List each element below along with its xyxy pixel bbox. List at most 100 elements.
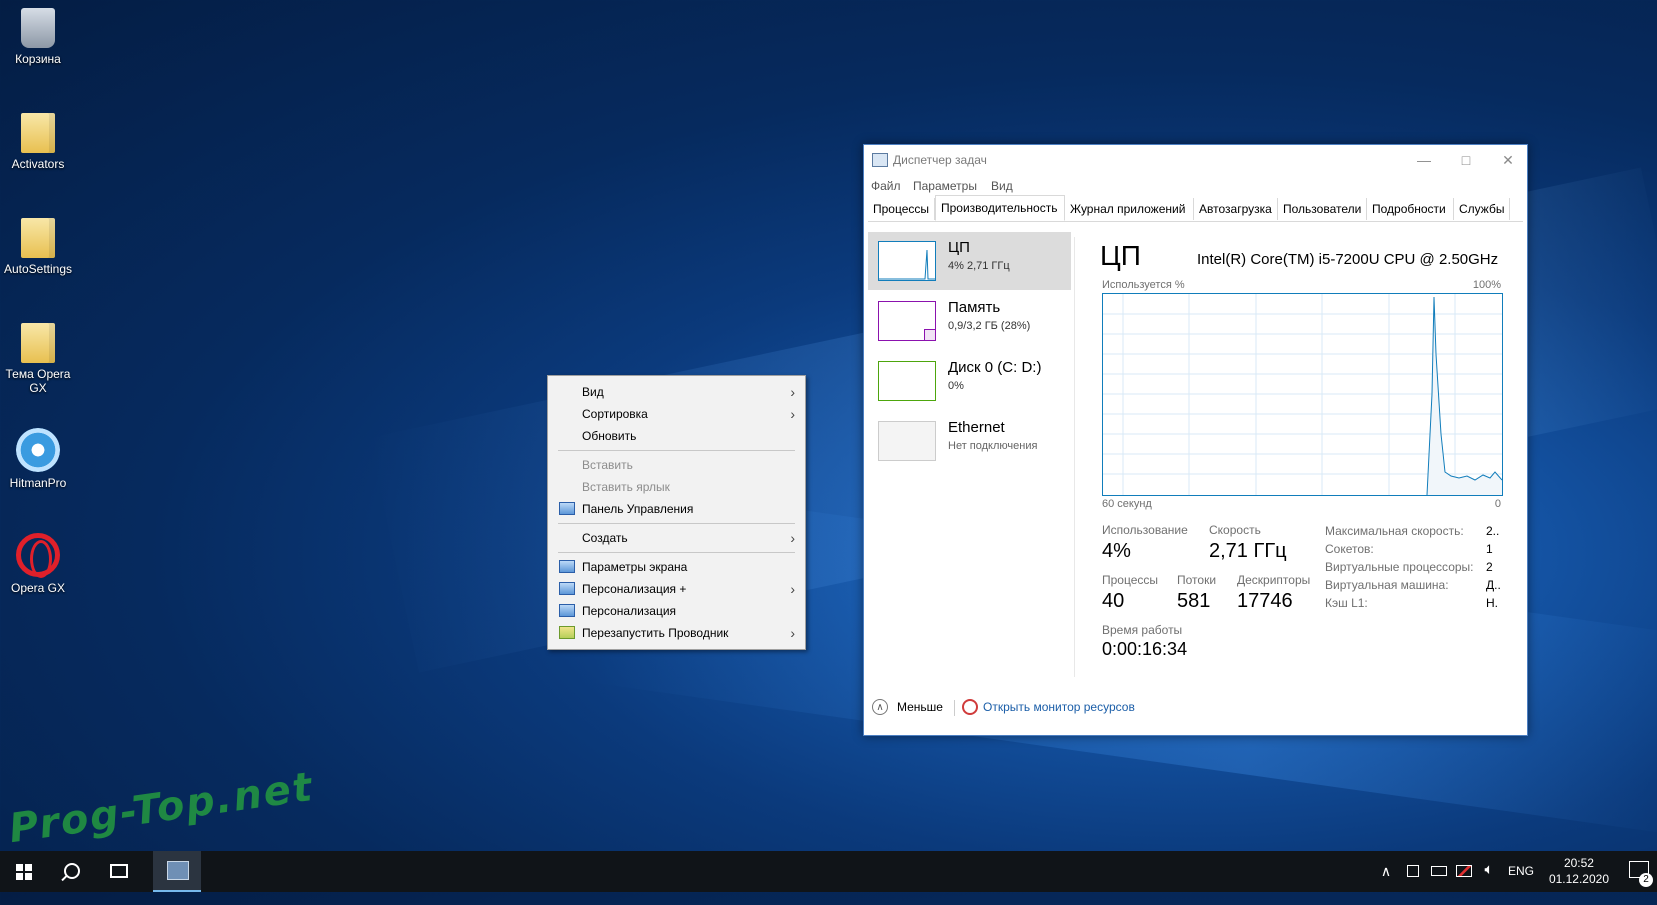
watermark: Prog-Top.net bbox=[6, 763, 317, 853]
tablet-mode-icon[interactable] bbox=[1407, 865, 1419, 877]
menu-options[interactable]: Параметры bbox=[913, 179, 977, 193]
search-button[interactable] bbox=[48, 851, 96, 892]
menu-item-paste-shortcut: Вставить ярлык bbox=[582, 480, 670, 494]
menu-item-refresh[interactable]: Обновить bbox=[548, 425, 805, 447]
panel-divider bbox=[1074, 237, 1075, 677]
ethernet-thumbnail-graph bbox=[878, 421, 936, 461]
processes-value: 40 bbox=[1102, 590, 1125, 612]
desktop-icon-label: AutoSettings bbox=[3, 262, 73, 276]
desktop-icon-opera-gx[interactable]: Opera GX bbox=[2, 533, 74, 595]
resource-monitor-icon[interactable] bbox=[962, 699, 978, 715]
resource-memory[interactable]: Память 0,9/3,2 ГБ (28%) bbox=[868, 292, 1071, 350]
menu-item-sort[interactable]: Сортировка › bbox=[548, 403, 805, 425]
menu-item-personalization[interactable]: Персонализация bbox=[548, 600, 805, 622]
menu-separator bbox=[558, 523, 795, 524]
spec-value: 2 bbox=[1486, 560, 1493, 574]
menu-item-view[interactable]: Вид › bbox=[548, 381, 805, 403]
tab-details[interactable]: Подробности bbox=[1367, 198, 1454, 220]
memory-thumbnail-fill bbox=[924, 329, 935, 340]
chevron-right-icon: › bbox=[790, 625, 795, 641]
spec-label: Кэш L1: bbox=[1325, 596, 1368, 610]
desktop-icon-recycle-bin[interactable]: Корзина bbox=[2, 8, 74, 66]
tab-processes[interactable]: Процессы bbox=[868, 198, 935, 220]
handles-label: Дескрипторы bbox=[1237, 573, 1311, 587]
notification-count-badge: 2 bbox=[1639, 873, 1653, 887]
spec-value: 1 bbox=[1486, 542, 1493, 556]
speed-value: 2,71 ГГц bbox=[1209, 540, 1287, 562]
graph-time-label: 60 секунд bbox=[1102, 498, 1152, 510]
menu-separator bbox=[558, 450, 795, 451]
cpu-graph-svg bbox=[1103, 294, 1502, 495]
cpu-heading: ЦП bbox=[1100, 240, 1141, 271]
spec-label: Сокетов: bbox=[1325, 542, 1374, 556]
usage-label: Использование bbox=[1102, 523, 1188, 537]
menu-view[interactable]: Вид bbox=[991, 179, 1013, 193]
menu-file[interactable]: Файл bbox=[871, 179, 901, 193]
spec-label: Максимальная скорость: bbox=[1325, 524, 1464, 538]
folder-icon bbox=[21, 218, 55, 258]
menu-item-new[interactable]: Создать › bbox=[548, 527, 805, 549]
open-resource-monitor-link[interactable]: Открыть монитор ресурсов bbox=[983, 700, 1135, 714]
desktop-icon-hitmanpro[interactable]: HitmanPro bbox=[2, 428, 74, 490]
language-indicator[interactable]: ENG bbox=[1506, 864, 1536, 905]
resource-ethernet[interactable]: Ethernet Нет подключения bbox=[868, 412, 1071, 470]
taskbar-task-manager[interactable] bbox=[153, 851, 201, 892]
memory-thumbnail-graph bbox=[878, 301, 936, 341]
threads-value: 581 bbox=[1177, 590, 1211, 612]
battery-icon[interactable] bbox=[1431, 866, 1447, 876]
desktop-icon-opera-theme[interactable]: Тема Opera GX bbox=[2, 323, 74, 395]
taskbar: ∧ 🔈︎ ENG 20:52 01.12.2020 2 bbox=[0, 851, 1657, 892]
chevron-up-icon[interactable]: ∧ bbox=[872, 699, 888, 715]
tab-app-history[interactable]: Журнал приложений bbox=[1065, 198, 1194, 220]
chevron-right-icon: › bbox=[790, 581, 795, 597]
desktop-icon-activators[interactable]: Activators bbox=[2, 113, 74, 171]
chevron-right-icon: › bbox=[790, 384, 795, 400]
show-hidden-icons-button[interactable]: ∧ bbox=[1378, 863, 1394, 879]
resource-cpu[interactable]: ЦП 4% 2,71 ГГц bbox=[868, 232, 1071, 290]
start-button[interactable] bbox=[0, 851, 48, 892]
tab-performance[interactable]: Производительность bbox=[935, 195, 1065, 221]
menu-item-display-settings[interactable]: Параметры экрана bbox=[548, 556, 805, 578]
fewer-details-button[interactable]: Меньше bbox=[897, 700, 943, 714]
clock-date: 01.12.2020 bbox=[1548, 872, 1609, 886]
menu-item-personalization-plus[interactable]: Персонализация + › bbox=[548, 578, 805, 600]
clock[interactable]: 20:52 01.12.2020 bbox=[1549, 855, 1609, 887]
minimize-button[interactable]: — bbox=[1409, 149, 1439, 171]
resource-disk[interactable]: Диск 0 (C: D:) 0% bbox=[868, 352, 1071, 410]
explorer-icon bbox=[559, 626, 575, 639]
tab-startup[interactable]: Автозагрузка bbox=[1194, 198, 1278, 220]
title-bar[interactable]: Диспетчер задач — □ ✕ bbox=[864, 145, 1527, 175]
spec-value: 2.. bbox=[1486, 524, 1500, 538]
uptime-label: Время работы bbox=[1102, 623, 1183, 637]
tab-users[interactable]: Пользователи bbox=[1278, 198, 1367, 220]
folder-icon bbox=[21, 113, 55, 153]
tab-services[interactable]: Службы bbox=[1454, 198, 1510, 220]
threads-label: Потоки bbox=[1177, 573, 1217, 587]
cpu-thumbnail-line bbox=[879, 249, 935, 280]
close-button[interactable]: ✕ bbox=[1493, 149, 1523, 171]
menu-item-restart-explorer[interactable]: Перезапустить Проводник › bbox=[548, 622, 805, 644]
task-manager-icon bbox=[872, 153, 888, 167]
hitmanpro-icon bbox=[16, 428, 60, 472]
desktop-icon-autosettings[interactable]: AutoSettings bbox=[2, 218, 74, 276]
cpu-usage-graph bbox=[1102, 293, 1503, 496]
maximize-button[interactable]: □ bbox=[1451, 149, 1481, 171]
windows-logo-icon bbox=[16, 864, 32, 880]
task-view-button[interactable] bbox=[96, 851, 144, 892]
menu-item-control-panel[interactable]: Панель Управления bbox=[548, 498, 805, 520]
personalization-icon bbox=[559, 582, 575, 595]
footer-separator bbox=[954, 700, 955, 716]
spec-label: Виртуальные процессоры: bbox=[1325, 560, 1474, 574]
chevron-right-icon: › bbox=[790, 406, 795, 422]
graph-max-label: 100% bbox=[1472, 279, 1501, 291]
cpu-model: Intel(R) Core(TM) i5-7200U CPU @ 2.50GHz bbox=[1197, 251, 1499, 268]
handles-value: 17746 bbox=[1237, 590, 1293, 612]
clock-time: 20:52 bbox=[1563, 856, 1594, 870]
menu-bar: Файл Параметры Вид bbox=[864, 175, 1527, 197]
desktop-context-menu: Вид › Сортировка › Обновить Вставить Вст… bbox=[547, 375, 806, 650]
network-disconnected-icon[interactable] bbox=[1456, 865, 1472, 877]
search-icon bbox=[64, 863, 80, 879]
chevron-right-icon: › bbox=[790, 530, 795, 546]
volume-icon[interactable]: 🔈︎ bbox=[1480, 861, 1498, 902]
menu-item-paste: Вставить bbox=[582, 458, 633, 472]
